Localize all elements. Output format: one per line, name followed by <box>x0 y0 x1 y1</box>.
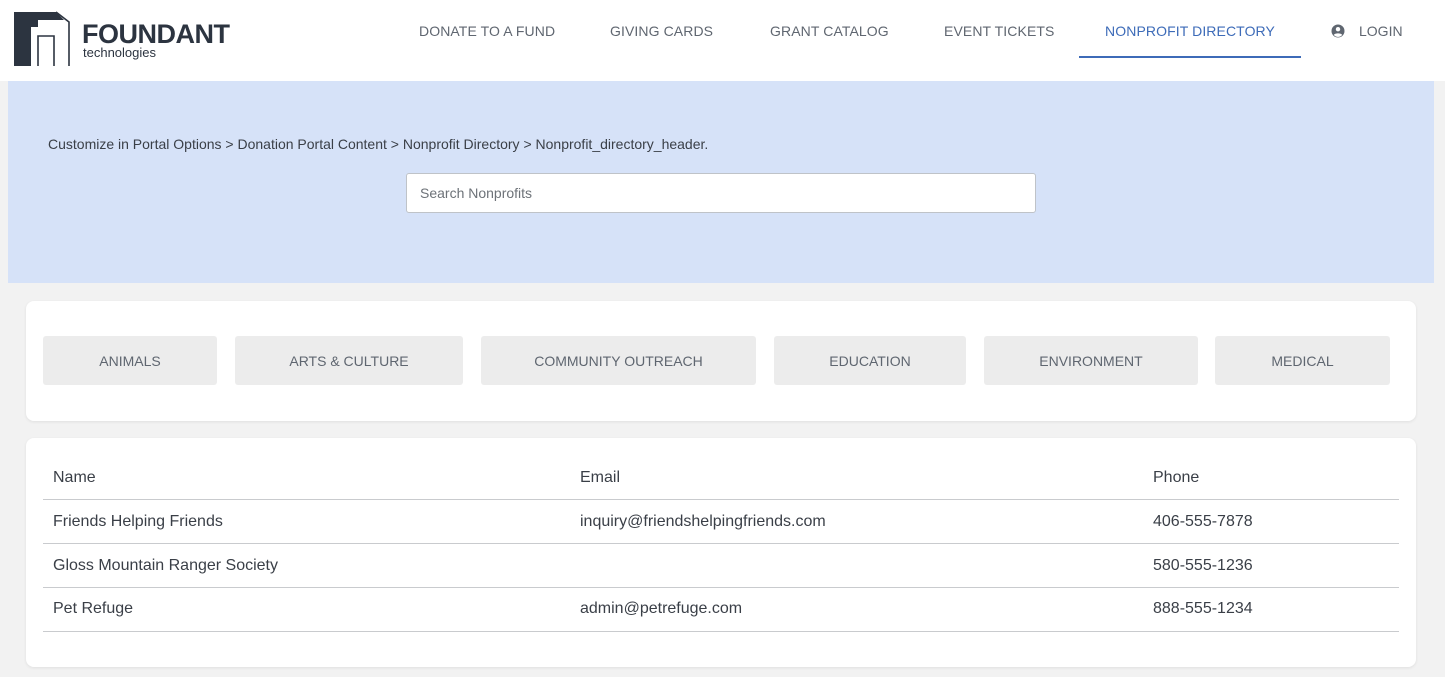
nonprofit-name-link[interactable]: Friends Helping Friends <box>53 513 223 531</box>
foundant-logo[interactable]: FOUNDANT technologies <box>12 10 237 68</box>
nonprofit-name-link[interactable]: Gloss Mountain Ranger Society <box>53 557 278 575</box>
directory-header-banner: Customize in Portal Options > Donation P… <box>8 81 1434 283</box>
logo-subtitle: technologies <box>83 45 156 60</box>
top-navigation-bar: FOUNDANT technologies DONATE TO A FUND G… <box>0 0 1445 81</box>
logo-wordmark: FOUNDANT <box>82 19 230 49</box>
login-button[interactable]: LOGIN <box>1331 0 1403 62</box>
nav-event-tickets[interactable]: EVENT TICKETS <box>944 0 1054 58</box>
nonprofit-phone: 406-555-7878 <box>1153 513 1253 530</box>
nonprofit-name-link[interactable]: Pet Refuge <box>53 600 133 618</box>
search-nonprofits-input[interactable] <box>406 173 1036 213</box>
row-divider <box>43 587 1399 588</box>
nav-nonprofit-directory[interactable]: NONPROFIT DIRECTORY <box>1079 0 1301 58</box>
nav-giving-cards[interactable]: GIVING CARDS <box>610 0 713 58</box>
category-environment-button[interactable]: ENVIRONMENT <box>984 336 1198 385</box>
category-filter-card: ANIMALS ARTS & CULTURE COMMUNITY OUTREAC… <box>26 301 1416 421</box>
category-education-button[interactable]: EDUCATION <box>774 336 966 385</box>
row-divider <box>43 543 1399 544</box>
header-divider <box>43 499 1399 500</box>
breadcrumb: Customize in Portal Options > Donation P… <box>48 136 709 152</box>
category-animals-button[interactable]: ANIMALS <box>43 336 217 385</box>
nonprofit-email: admin@petrefuge.com <box>580 600 743 617</box>
column-header-name[interactable]: Name <box>53 469 96 487</box>
nonprofit-email: inquiry@friendshelpingfriends.com <box>580 513 826 530</box>
category-arts-culture-button[interactable]: ARTS & CULTURE <box>235 336 463 385</box>
column-header-email[interactable]: Email <box>580 469 620 487</box>
category-community-outreach-button[interactable]: COMMUNITY OUTREACH <box>481 336 756 385</box>
nonprofit-phone: 580-555-1236 <box>1153 557 1253 574</box>
nonprofit-table: Name Email Phone Friends Helping Friends… <box>26 438 1416 667</box>
column-header-phone[interactable]: Phone <box>1153 469 1199 487</box>
login-label: LOGIN <box>1359 23 1403 39</box>
row-divider <box>43 631 1399 632</box>
nav-grant-catalog[interactable]: GRANT CATALOG <box>770 0 889 58</box>
foundant-logo-mark-icon <box>14 11 70 66</box>
user-circle-icon <box>1331 24 1345 38</box>
nav-donate-to-a-fund[interactable]: DONATE TO A FUND <box>419 0 555 58</box>
category-medical-button[interactable]: MEDICAL <box>1215 336 1390 385</box>
nonprofit-phone: 888-555-1234 <box>1153 600 1253 617</box>
